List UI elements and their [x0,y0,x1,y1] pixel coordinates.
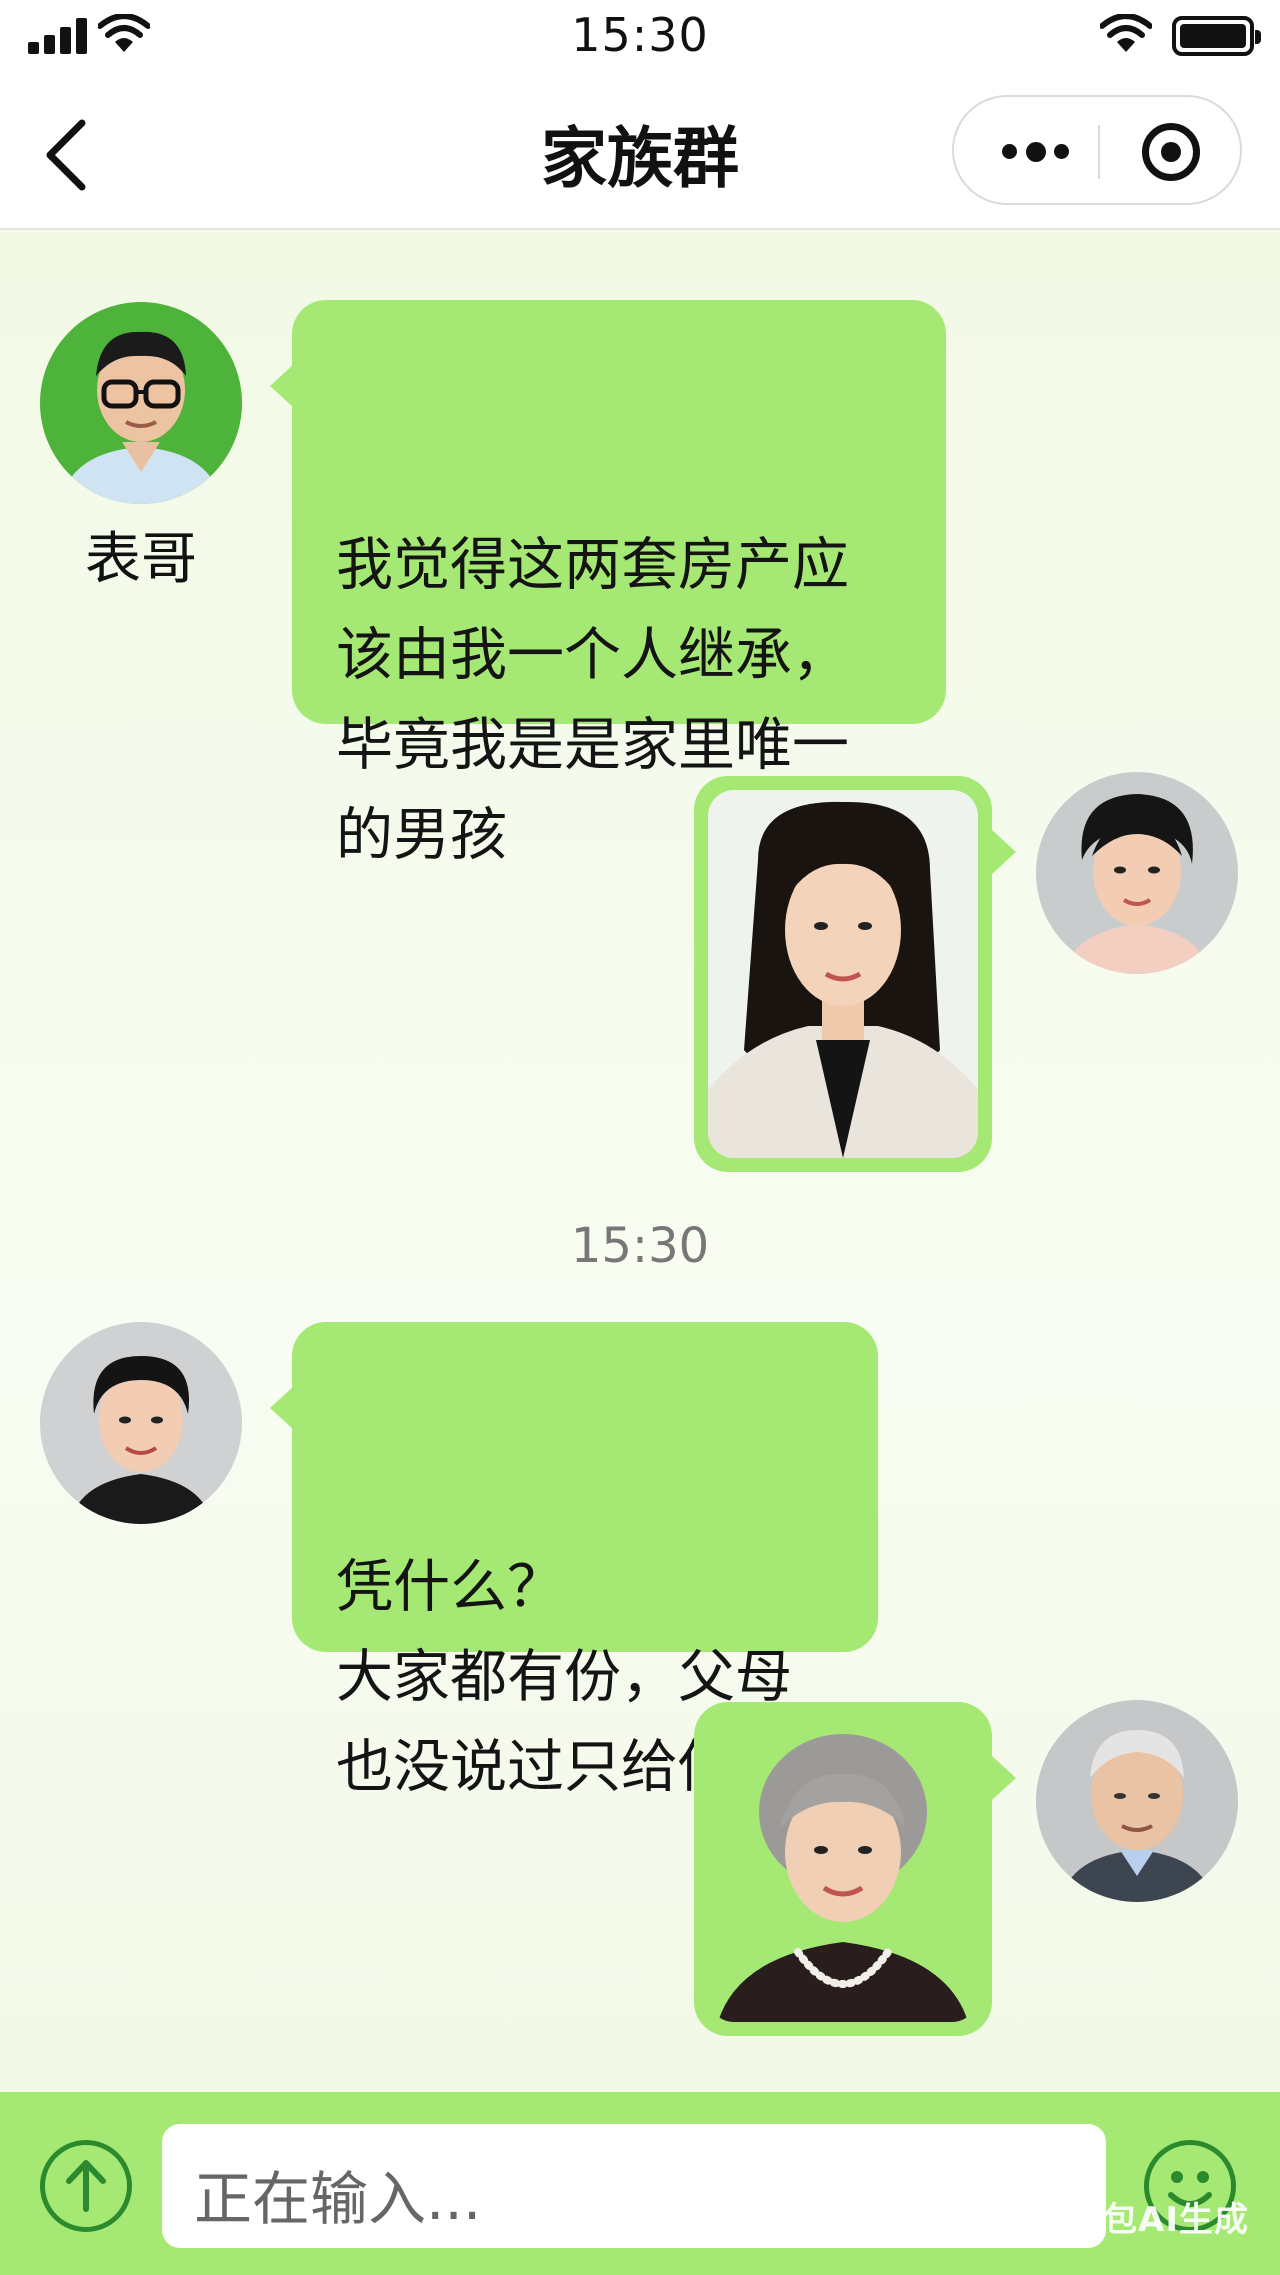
message-bubble[interactable]: 我觉得这两套房产应 该由我一个人继承， 毕竟我是是家里唯一 的男孩 [270,300,946,868]
portrait-image [708,790,978,1158]
battery-icon [1172,16,1261,56]
image-message[interactable] [694,1702,1016,2036]
upload-icon[interactable] [40,2140,132,2232]
avatar[interactable] [1036,772,1238,974]
more-icon[interactable] [1002,135,1072,169]
avatar[interactable] [1036,1700,1238,1902]
image-message[interactable] [694,776,1016,1172]
chat-area[interactable]: 表哥 我觉得这两套房产应 该由我一个人继承， 毕竟我是是家里唯一 的男孩 15:… [0,232,1280,2092]
message-bubble[interactable]: 凭什么？ 大家都有份，父母 也没说过只给你 [270,1322,878,1800]
watermark: 豆包AI生成 [1068,2200,1249,2240]
capsule-divider [1098,125,1100,179]
nav-bar: 家族群 [0,75,1280,230]
input-bar: 正在输入... 豆包AI生成 [0,2092,1280,2275]
avatar[interactable] [40,302,242,504]
mini-program-capsule [952,95,1242,205]
avatar[interactable] [40,1322,242,1524]
sender-name: 表哥 [85,527,197,592]
message-timestamp: 15:30 [570,1218,710,1274]
target-icon[interactable] [1142,123,1200,181]
portrait-image [708,1716,978,2022]
status-time: 15:30 [571,8,709,62]
wifi-icon [1100,14,1152,52]
message-input[interactable]: 正在输入... [162,2124,1106,2248]
status-bar: 15:30 [0,0,1280,75]
